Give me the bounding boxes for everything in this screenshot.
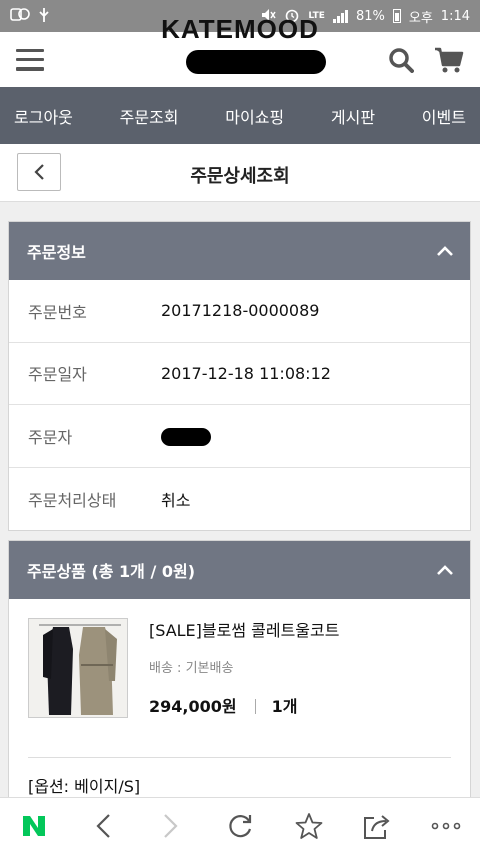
page-title: 주문상세조회 bbox=[190, 166, 290, 187]
product-price: 294,000원 bbox=[149, 697, 237, 716]
title-bar: 주문상세조회 bbox=[0, 144, 480, 202]
orderer-label: 주문자 bbox=[28, 427, 73, 447]
hamburger-icon[interactable] bbox=[16, 48, 44, 71]
usb-debug-icon bbox=[38, 7, 50, 26]
search-icon[interactable] bbox=[386, 45, 416, 75]
main-nav: 로그아웃 주문조회 마이쇼핑 게시판 이벤트 bbox=[0, 87, 480, 144]
product-quantity: 1개 bbox=[271, 697, 298, 716]
nav-order-lookup[interactable]: 주문조회 bbox=[120, 104, 179, 128]
order-items-heading: 주문상품 (총 1개 / 0원) bbox=[27, 562, 196, 581]
battery-percent: 81% bbox=[355, 8, 385, 24]
price-qty-divider bbox=[254, 699, 256, 714]
nav-logout[interactable]: 로그아웃 bbox=[14, 104, 73, 128]
back-icon[interactable] bbox=[83, 806, 123, 846]
signal-icon bbox=[332, 9, 348, 23]
order-number-value: 20171218-0000089 bbox=[161, 301, 320, 321]
product-divider bbox=[28, 757, 451, 758]
orderer-row: 주문자 bbox=[9, 405, 470, 468]
product-price-line: 294,000원 1개 bbox=[149, 693, 297, 717]
chevron-up-icon bbox=[437, 565, 453, 575]
order-items-section: 주문상품 (총 1개 / 0원) [SALE]블로썸 콜레트울코트 배송 : 기… bbox=[8, 540, 471, 805]
order-items-header[interactable]: 주문상품 (총 1개 / 0원) bbox=[9, 541, 470, 599]
order-info-section: 주문정보 주문번호 20171218-0000089 주문일자 2017-12-… bbox=[8, 221, 471, 531]
time-period: 오후 bbox=[408, 10, 433, 26]
refresh-icon[interactable] bbox=[220, 806, 260, 846]
battery-icon bbox=[392, 9, 401, 23]
order-number-label: 주문번호 bbox=[28, 302, 87, 322]
more-icon[interactable] bbox=[426, 806, 466, 846]
product-shipping: 배송 : 기본배송 bbox=[149, 661, 234, 676]
bookmark-star-icon[interactable] bbox=[289, 806, 329, 846]
nav-event[interactable]: 이벤트 bbox=[422, 104, 466, 128]
order-date-row: 주문일자 2017-12-18 11:08:12 bbox=[9, 343, 470, 405]
nav-board[interactable]: 게시판 bbox=[331, 104, 375, 128]
clock: 1:14 bbox=[440, 8, 470, 24]
chevron-up-icon bbox=[437, 246, 453, 256]
naver-icon[interactable] bbox=[14, 806, 54, 846]
app-notification-icon bbox=[10, 7, 30, 26]
order-status-label: 주문처리상태 bbox=[28, 490, 117, 510]
browser-toolbar bbox=[0, 797, 480, 853]
orderer-value bbox=[161, 426, 211, 446]
order-date-value: 2017-12-18 11:08:12 bbox=[161, 363, 331, 383]
order-info-header[interactable]: 주문정보 bbox=[9, 222, 470, 280]
logo-redaction bbox=[186, 50, 326, 74]
share-icon[interactable] bbox=[357, 806, 397, 846]
order-status-row: 주문처리상태 취소 bbox=[9, 468, 470, 531]
order-number-row: 주문번호 20171218-0000089 bbox=[9, 280, 470, 343]
order-status-value: 취소 bbox=[161, 490, 191, 510]
product-item[interactable]: [SALE]블로썸 콜레트울코트 배송 : 기본배송 294,000원 1개 bbox=[9, 599, 470, 759]
product-thumbnail[interactable] bbox=[28, 618, 128, 718]
nav-my-shopping[interactable]: 마이쇼핑 bbox=[225, 104, 284, 128]
product-name[interactable]: [SALE]블로썸 콜레트울코트 bbox=[149, 617, 339, 641]
orderer-redaction bbox=[161, 427, 211, 446]
order-date-label: 주문일자 bbox=[28, 365, 87, 385]
order-info-heading: 주문정보 bbox=[27, 243, 86, 262]
site-logo[interactable]: KATEMOOD bbox=[161, 14, 319, 45]
forward-icon[interactable] bbox=[151, 806, 191, 846]
cart-icon[interactable] bbox=[434, 45, 464, 75]
